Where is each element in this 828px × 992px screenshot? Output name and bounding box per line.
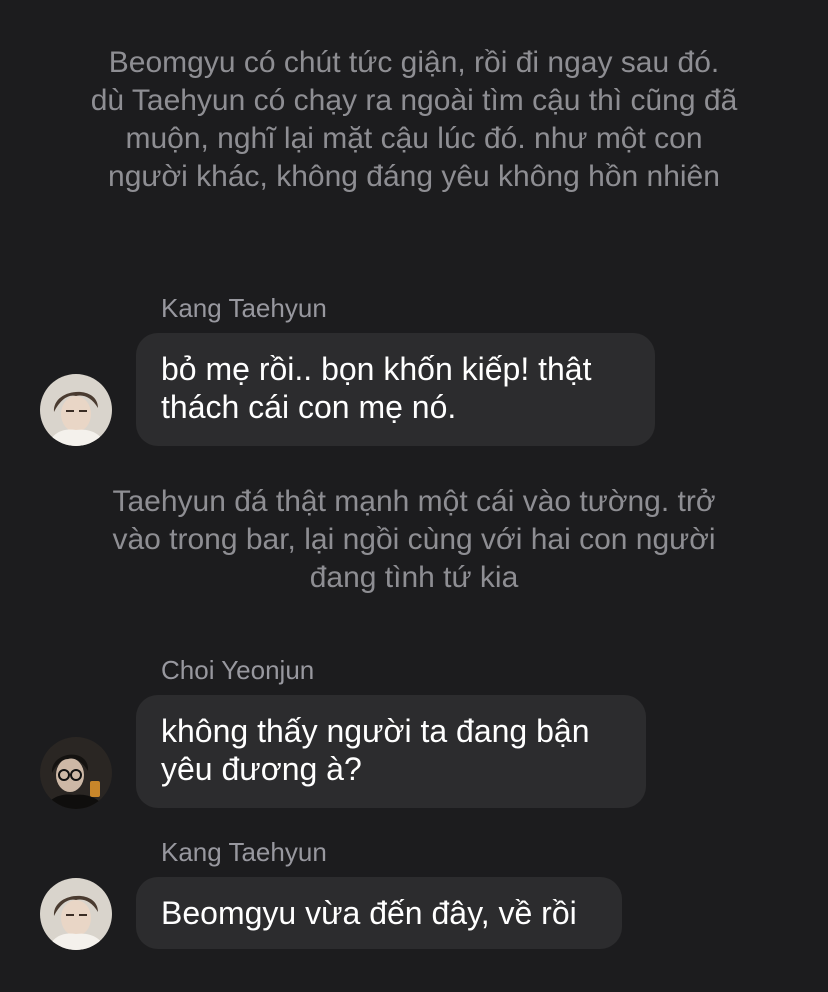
narration-text: Taehyun đá thật mạnh một cái vào tường. … (112, 485, 716, 594)
message-bubble[interactable]: bỏ mẹ rồi.. bọn khốn kiếp! thật thách cá… (136, 333, 655, 446)
message-bubble[interactable]: Beomgyu vừa đến đây, về rồi (136, 877, 622, 949)
message-bubble[interactable]: không thấy người ta đang bận yêu đương à… (136, 695, 646, 808)
message-text: không thấy người ta đang bận yêu đương à… (161, 713, 590, 787)
sender-name: Kang Taehyun (161, 293, 327, 323)
sender-name: Choi Yeonjun (161, 655, 315, 685)
taehyun-avatar[interactable] (40, 878, 112, 950)
narration-text: Beomgyu có chút tức giận, rồi đi ngay sa… (90, 46, 738, 193)
taehyun-avatar[interactable] (40, 374, 112, 446)
sender-name: Kang Taehyun (161, 837, 327, 867)
yeonjun-avatar[interactable] (40, 737, 112, 809)
message-text: Beomgyu vừa đến đây, về rồi (161, 895, 577, 931)
message-text: bỏ mẹ rồi.. bọn khốn kiếp! thật thách cá… (161, 351, 592, 425)
